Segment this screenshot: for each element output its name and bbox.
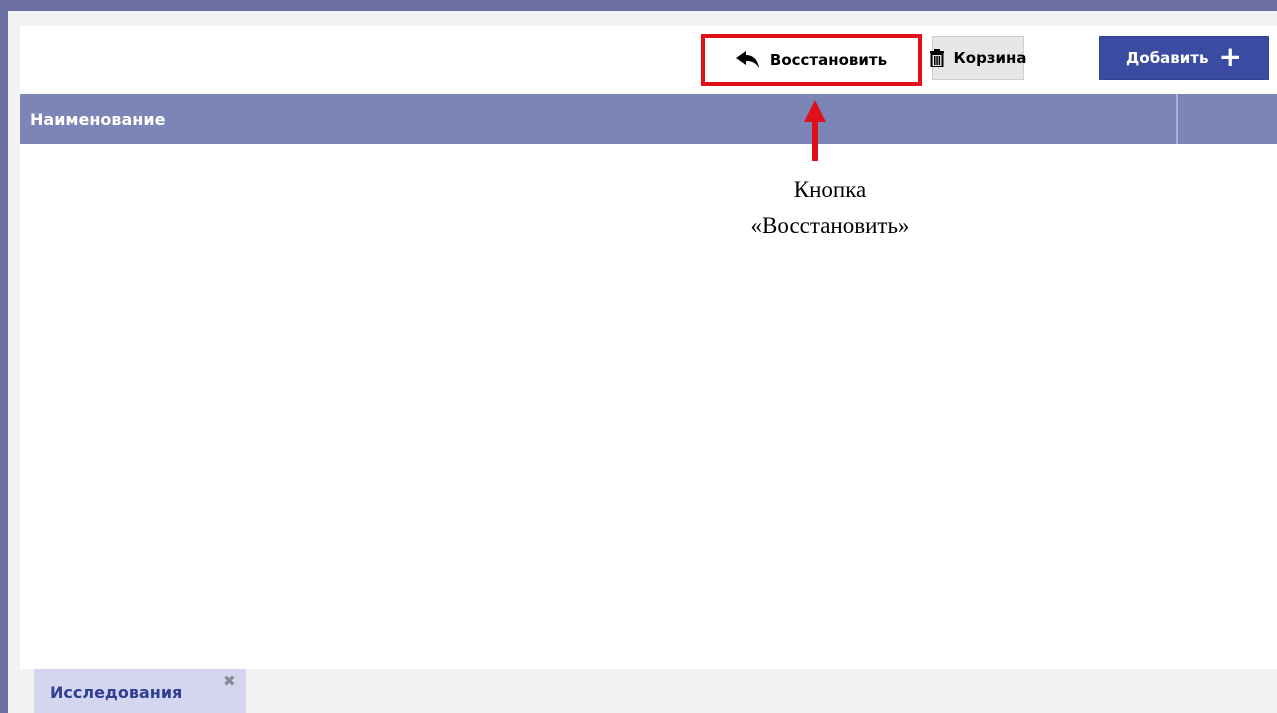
column-separator[interactable] (1176, 94, 1178, 144)
plus-icon: + (1218, 39, 1242, 73)
column-header-name[interactable]: Наименование (20, 110, 1277, 129)
table-header: Наименование (20, 94, 1277, 144)
annotation-arrow-line (812, 119, 818, 161)
window-top-border (0, 0, 1277, 11)
add-button-label: Добавить (1126, 49, 1209, 67)
trash-button[interactable]: Корзина (929, 36, 1027, 80)
trash-button-label: Корзина (953, 49, 1027, 67)
restore-button-label: Восстановить (769, 51, 888, 69)
window-left-border (0, 0, 8, 713)
tab-research[interactable]: Исследования ✖ (34, 669, 246, 713)
tab-research-label: Исследования (50, 683, 183, 702)
undo-arrow-icon (735, 51, 760, 69)
annotation-line-1: Кнопка (793, 177, 867, 202)
trash-icon (929, 49, 944, 67)
restore-button[interactable]: Восстановить (701, 34, 922, 86)
add-button[interactable]: Добавить + (1099, 36, 1269, 80)
annotation-line-2: «Восстановить» (750, 213, 910, 238)
annotation-text: Кнопка «Восстановить» (690, 172, 970, 244)
close-icon[interactable]: ✖ (223, 672, 236, 690)
